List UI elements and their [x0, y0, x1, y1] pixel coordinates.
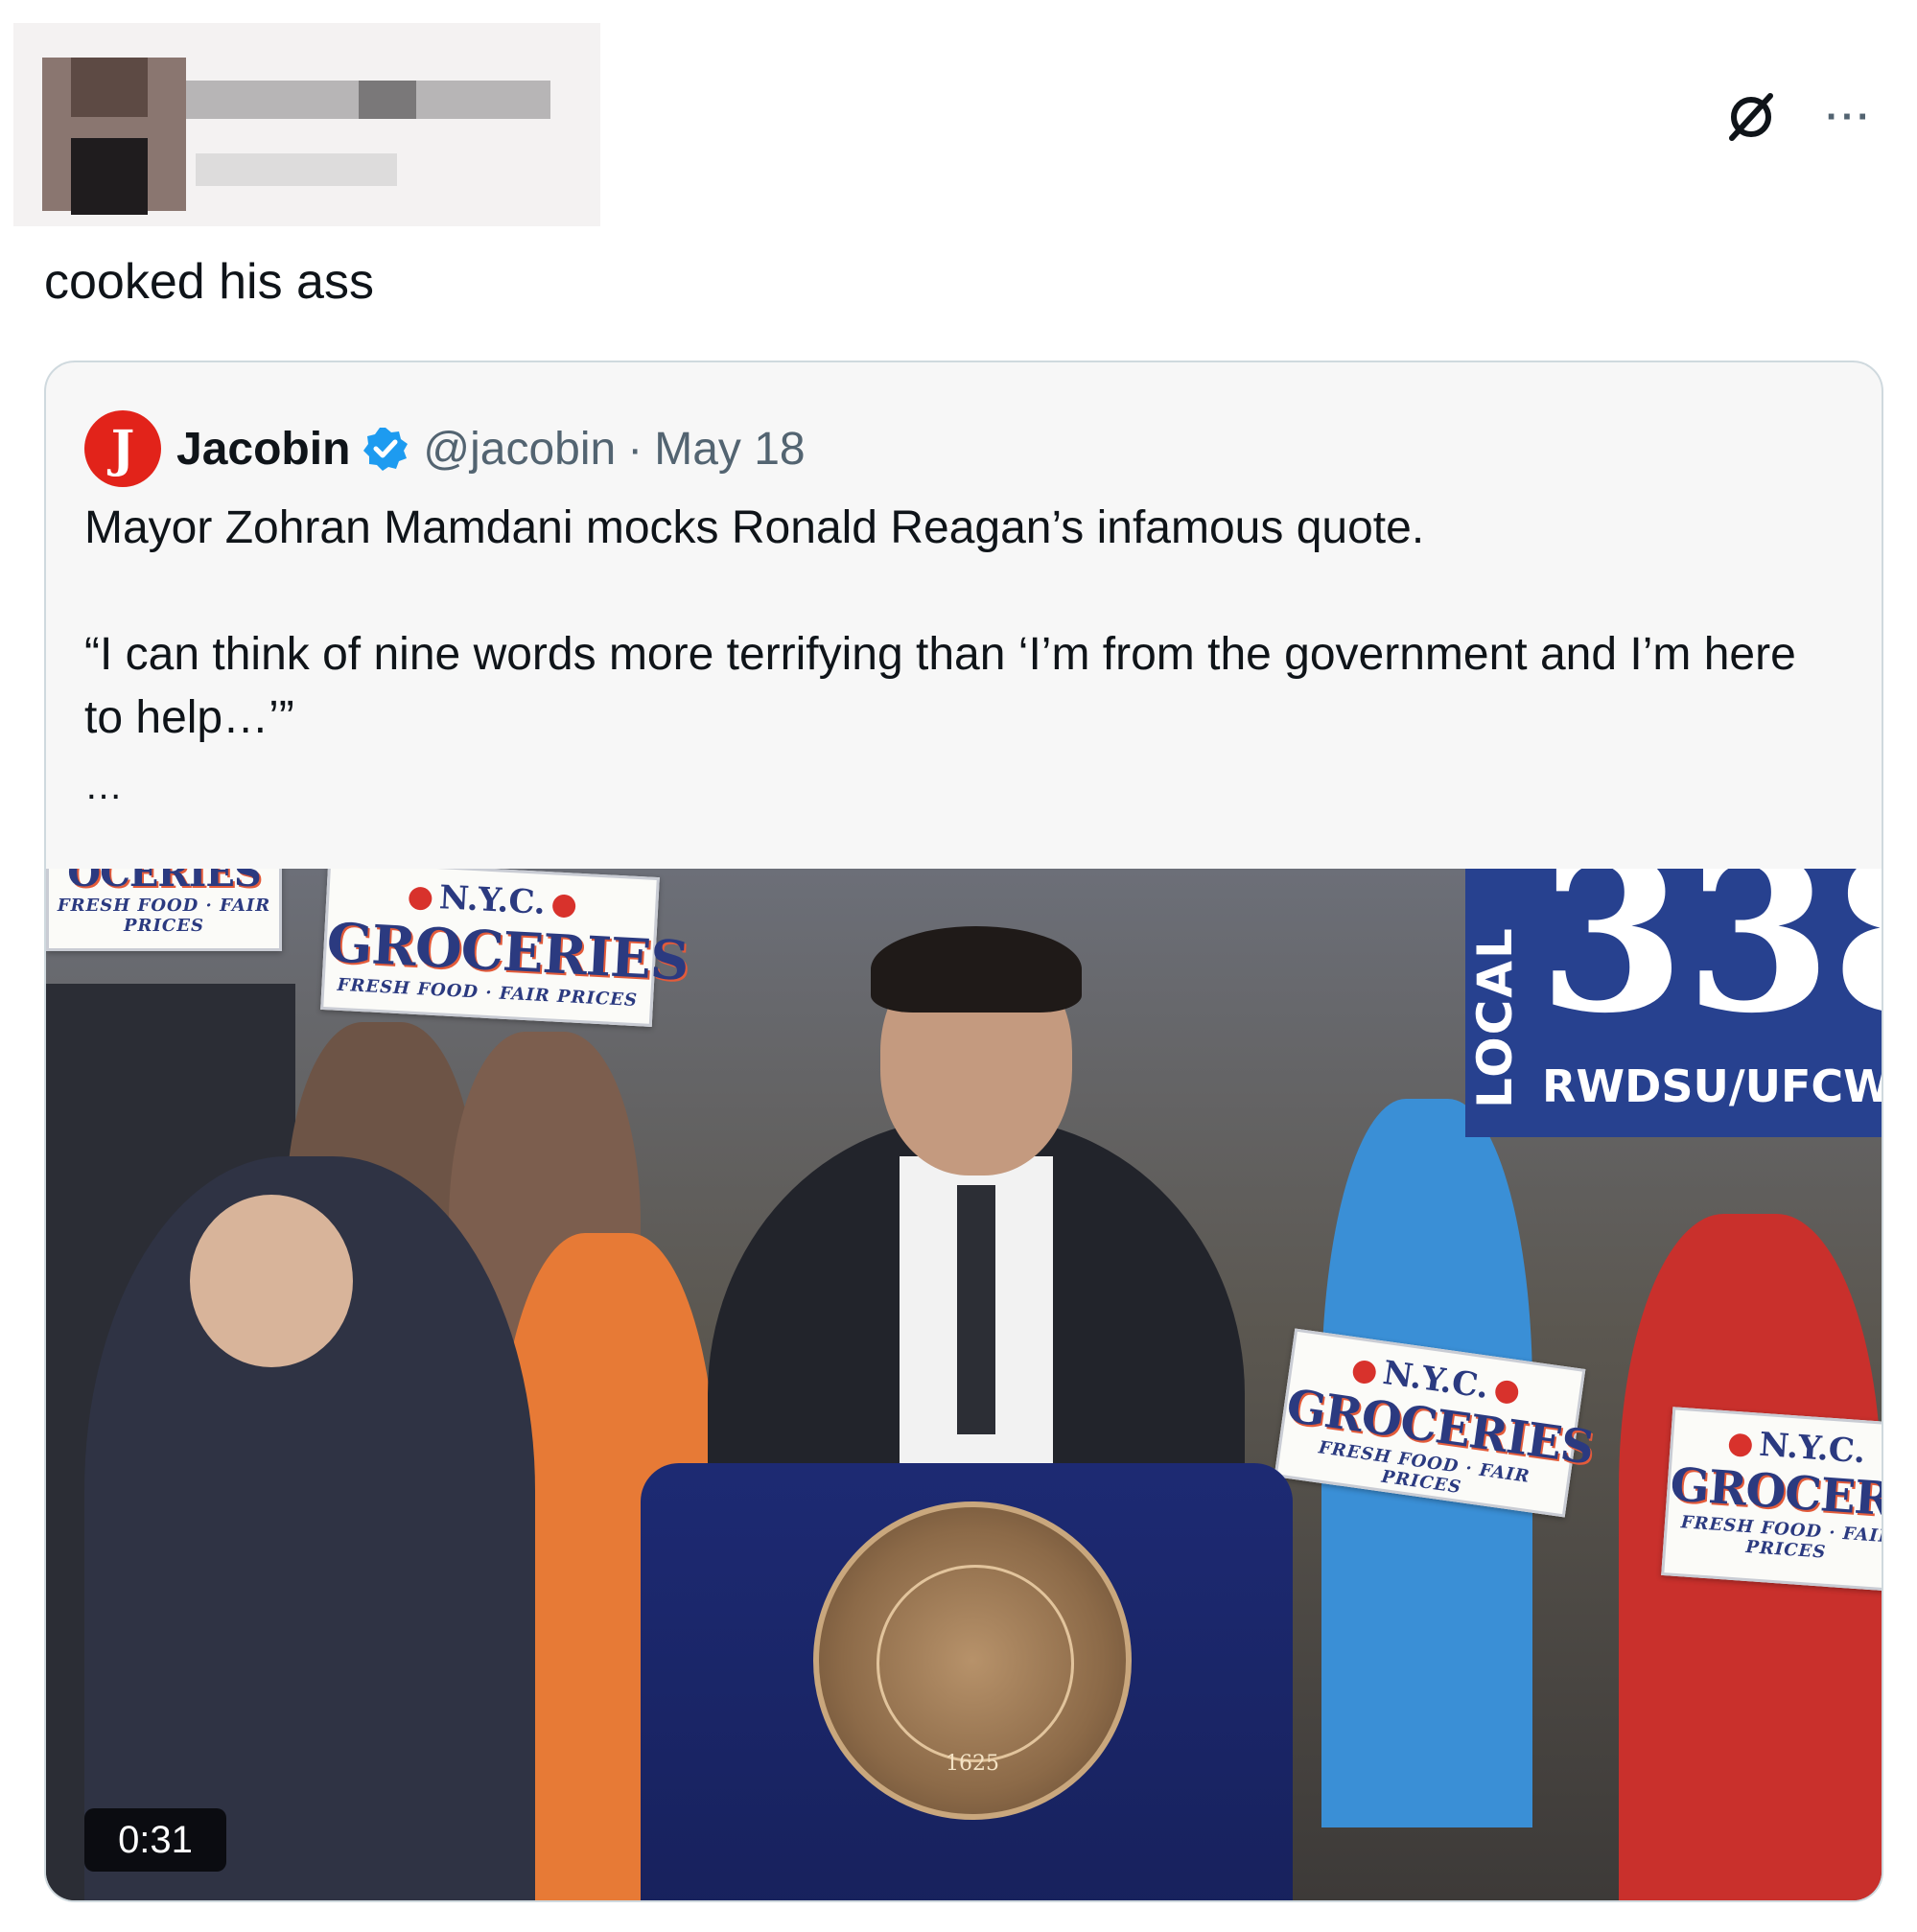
grok-icon[interactable] — [1722, 88, 1780, 146]
post-date[interactable]: May 18 — [654, 423, 805, 476]
nyc-seal: 1625 — [813, 1501, 1132, 1820]
speaker-tie — [957, 1185, 995, 1434]
post-text: cooked his ass — [44, 254, 374, 310]
union-sign: LOCAL 338 RWDSU/UFCW — [1465, 869, 1882, 1137]
author-name[interactable]: Jacobin — [176, 423, 350, 476]
protest-sign: N.Y.C. GROCERIES FRESH FOOD · FAIR PRICE… — [1661, 1407, 1882, 1593]
apple-icon — [1350, 1359, 1377, 1385]
apple-icon — [1494, 1379, 1521, 1406]
woman-face — [190, 1195, 353, 1367]
video-player[interactable]: OCERIES FRESH FOOD · FAIR PRICES N.Y.C. … — [46, 869, 1882, 1900]
protest-sign: OCERIES FRESH FOOD · FAIR PRICES — [46, 869, 282, 951]
video-duration: 0:31 — [84, 1808, 226, 1872]
author-header-pixelated — [13, 23, 613, 226]
jacobin-avatar[interactable]: J — [84, 410, 161, 487]
author-handle[interactable]: @jacobin — [423, 423, 616, 476]
quoted-post-card[interactable]: J Jacobin @jacobin · May 18 Mayor Zohran… — [44, 361, 1883, 1902]
quoted-post-header: J Jacobin @jacobin · May 18 — [84, 410, 806, 487]
separator-dot: · — [627, 423, 643, 475]
apple-icon — [408, 886, 432, 911]
apple-icon — [1727, 1432, 1753, 1458]
apple-icon — [551, 894, 577, 919]
verified-badge-icon — [363, 428, 409, 471]
protest-sign: N.Y.C. GROCERIES FRESH FOOD · FAIR PRICE… — [320, 869, 690, 1027]
quoted-post-truncation: … — [84, 765, 125, 807]
more-options-icon[interactable]: ··· — [1826, 98, 1873, 136]
quoted-post-text: Mayor Zohran Mamdani mocks Ronald Reagan… — [84, 502, 1796, 743]
speaker-hair — [871, 926, 1082, 1013]
